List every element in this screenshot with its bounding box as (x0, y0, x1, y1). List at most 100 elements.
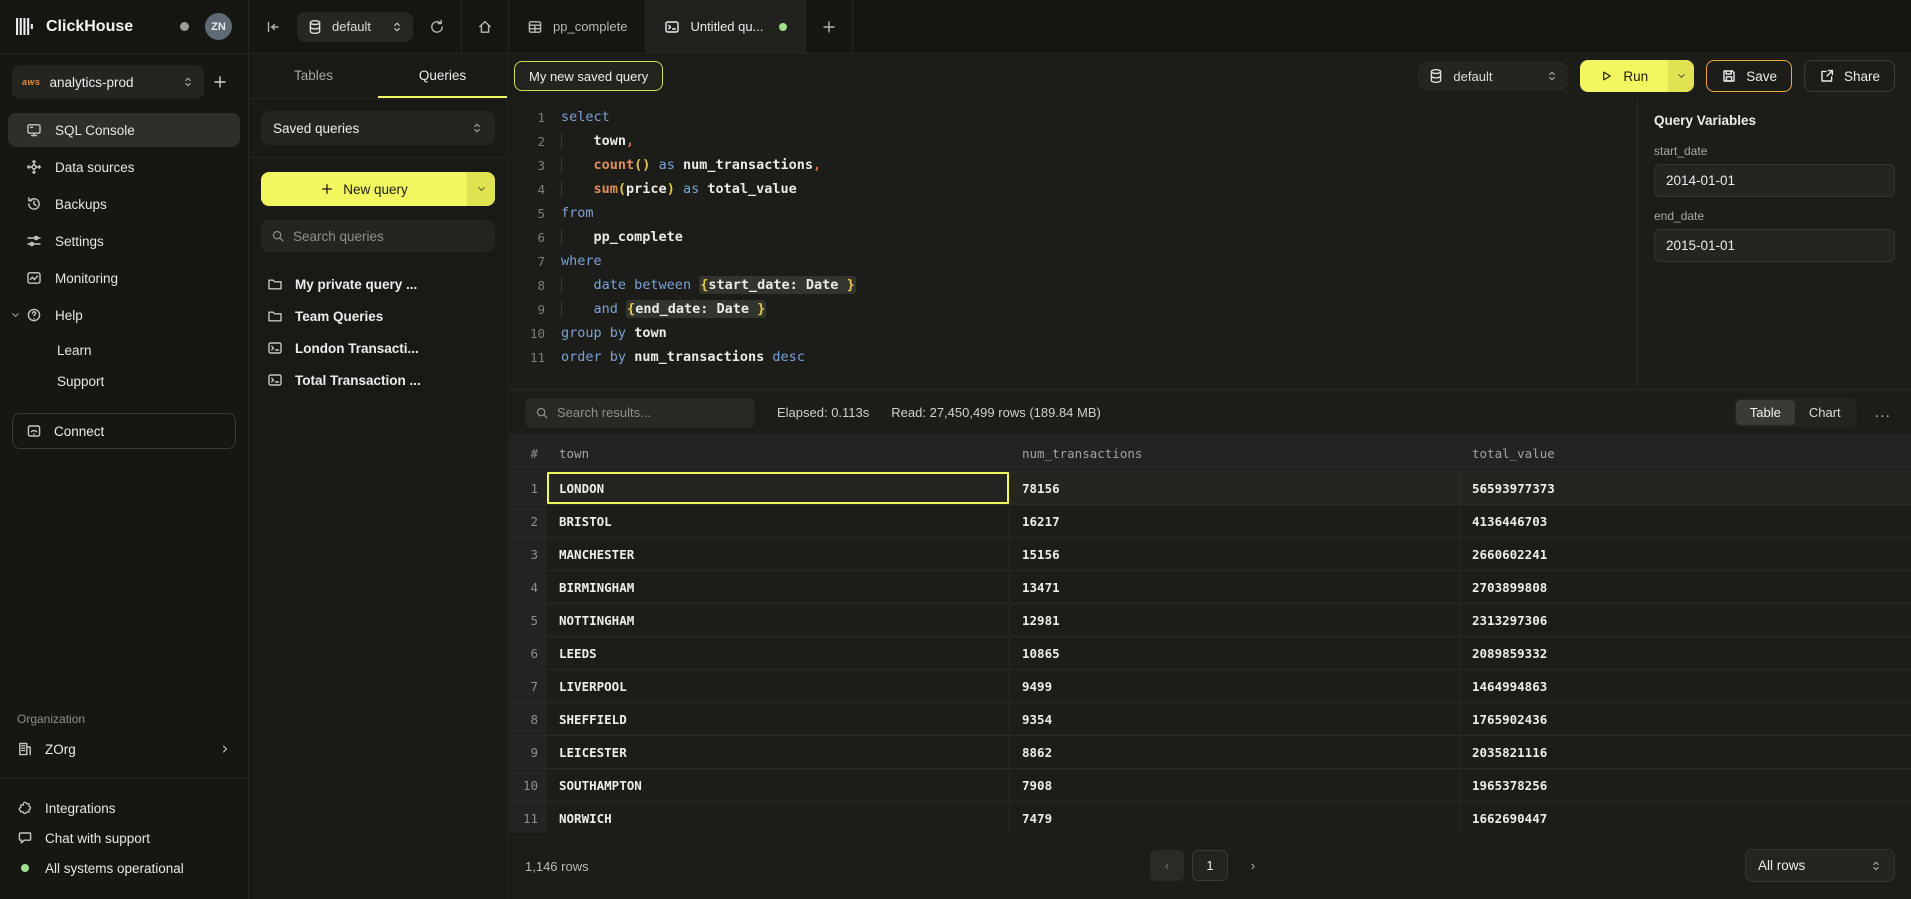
table-cell[interactable]: 1765902436 (1459, 703, 1911, 735)
table-cell[interactable]: 1662690447 (1459, 802, 1911, 833)
page-size-select[interactable]: All rows (1745, 849, 1895, 882)
table-cell[interactable]: 7479 (1009, 802, 1459, 833)
tab-queries[interactable]: Queries (378, 55, 507, 98)
sidebar-item-learn[interactable]: Learn (8, 335, 240, 366)
sidebar-item-monitoring[interactable]: Monitoring (8, 261, 240, 295)
results-more-button[interactable]: ... (1871, 404, 1895, 422)
table-cell[interactable]: 1965378256 (1459, 769, 1911, 801)
table-cell[interactable]: 1464994863 (1459, 670, 1911, 702)
code-line[interactable]: 11order by num_transactions desc (521, 345, 1637, 369)
table-cell[interactable]: 8862 (1009, 736, 1459, 768)
query-list-item[interactable]: Team Queries (261, 300, 495, 332)
view-toggle-chart[interactable]: Chart (1795, 400, 1855, 425)
table-cell[interactable]: 4136446703 (1459, 505, 1911, 537)
notification-dot-icon[interactable] (180, 22, 189, 31)
end-date-input[interactable] (1654, 229, 1895, 262)
table-cell[interactable]: 2035821116 (1459, 736, 1911, 768)
sidebar-item-settings[interactable]: Settings (8, 224, 240, 258)
instance-select[interactable]: aws analytics-prod (12, 65, 204, 99)
code-line[interactable]: 3 count() as num_transactions, (521, 153, 1637, 177)
next-page-button[interactable]: › (1236, 850, 1270, 881)
sidebar-item-data-sources[interactable]: Data sources (8, 150, 240, 184)
table-cell[interactable]: SHEFFIELD (547, 703, 1009, 735)
table-cell[interactable]: 13471 (1009, 571, 1459, 603)
table-cell[interactable]: SOUTHAMPTON (547, 769, 1009, 801)
table-cell[interactable]: 2089859332 (1459, 637, 1911, 669)
query-list-item[interactable]: My private query ... (261, 268, 495, 300)
add-instance-button[interactable] (204, 66, 236, 98)
save-button[interactable]: Save (1706, 60, 1792, 92)
table-cell[interactable]: LEEDS (547, 637, 1009, 669)
table-cell[interactable]: MANCHESTER (547, 538, 1009, 570)
table-cell[interactable]: 78156 (1009, 472, 1459, 504)
code-line[interactable]: 8 date between {start_date: Date } (521, 273, 1637, 297)
connect-button[interactable]: Connect (12, 413, 236, 449)
code-editor[interactable]: 1select2 town,3 count() as num_transacti… (509, 97, 1637, 389)
query-search-input[interactable] (293, 229, 485, 244)
table-cell[interactable]: 56593977373 (1459, 472, 1911, 504)
code-line[interactable]: 2 town, (521, 129, 1637, 153)
table-cell[interactable]: 2703899808 (1459, 571, 1911, 603)
code-line[interactable]: 7where (521, 249, 1637, 273)
table-cell[interactable]: 2660602241 (1459, 538, 1911, 570)
share-button[interactable]: Share (1804, 60, 1895, 92)
column-header-num_transactions[interactable]: num_transactions (1009, 436, 1459, 471)
table-cell[interactable]: LONDON (547, 472, 1009, 504)
top-bar: ClickHouse ZN default (0, 0, 1911, 54)
collapse-sidebar-button[interactable] (249, 0, 297, 53)
saved-query-pill[interactable]: My new saved query (514, 61, 663, 91)
organization-row[interactable]: ZOrg (0, 732, 248, 766)
chat-support-link[interactable]: Chat with support (17, 823, 231, 853)
table-cell[interactable]: 16217 (1009, 505, 1459, 537)
refresh-button[interactable] (413, 0, 461, 53)
home-tab[interactable] (462, 0, 509, 53)
new-query-dropdown[interactable] (467, 172, 495, 206)
code-line[interactable]: 5from (521, 201, 1637, 225)
query-list-item[interactable]: Total Transaction ... (261, 364, 495, 396)
integrations-link[interactable]: Integrations (17, 793, 231, 823)
tab-tables[interactable]: Tables (249, 55, 378, 98)
table-cell[interactable]: 12981 (1009, 604, 1459, 636)
sidebar-item-backups[interactable]: Backups (8, 187, 240, 221)
column-header-index[interactable]: # (509, 436, 547, 471)
table-cell[interactable]: BRISTOL (547, 505, 1009, 537)
table-cell[interactable]: 2313297306 (1459, 604, 1911, 636)
table-cell[interactable]: BIRMINGHAM (547, 571, 1009, 603)
column-header-total_value[interactable]: total_value (1459, 436, 1911, 471)
tab-untitled-query[interactable]: Untitled qu... (646, 0, 806, 53)
code-line[interactable]: 9 and {end_date: Date } (521, 297, 1637, 321)
code-line[interactable]: 4 sum(price) as total_value (521, 177, 1637, 201)
topbar-database-select[interactable]: default (297, 12, 413, 42)
query-list-item[interactable]: London Transacti... (261, 332, 495, 364)
current-page[interactable]: 1 (1192, 850, 1228, 881)
new-tab-button[interactable] (806, 0, 852, 53)
table-cell[interactable]: NORWICH (547, 802, 1009, 833)
column-header-town[interactable]: town (547, 436, 1009, 471)
prev-page-button[interactable]: ‹ (1150, 850, 1184, 881)
code-line[interactable]: 6 pp_complete (521, 225, 1637, 249)
sidebar-item-support[interactable]: Support (8, 366, 240, 397)
run-button[interactable]: Run (1580, 60, 1694, 92)
tab-pp-complete[interactable]: pp_complete (509, 0, 646, 53)
run-options-dropdown[interactable] (1668, 60, 1694, 92)
system-status-link[interactable]: All systems operational (17, 853, 231, 883)
start-date-input[interactable] (1654, 164, 1895, 197)
table-cell[interactable]: LIVERPOOL (547, 670, 1009, 702)
code-line[interactable]: 1select (521, 105, 1637, 129)
results-search-input[interactable] (557, 405, 745, 420)
table-cell[interactable]: 10865 (1009, 637, 1459, 669)
table-cell[interactable]: 9354 (1009, 703, 1459, 735)
code-line[interactable]: 10group by town (521, 321, 1637, 345)
saved-queries-select[interactable]: Saved queries (261, 111, 495, 145)
sidebar-item-help[interactable]: Help (8, 298, 240, 332)
new-query-button[interactable]: New query (261, 172, 495, 206)
editor-database-select[interactable]: default (1418, 61, 1568, 91)
sidebar-item-sql-console[interactable]: SQL Console (8, 113, 240, 147)
view-toggle-table[interactable]: Table (1736, 400, 1795, 425)
avatar[interactable]: ZN (205, 13, 232, 40)
table-cell[interactable]: LEICESTER (547, 736, 1009, 768)
table-cell[interactable]: 15156 (1009, 538, 1459, 570)
table-cell[interactable]: 7908 (1009, 769, 1459, 801)
table-cell[interactable]: NOTTINGHAM (547, 604, 1009, 636)
table-cell[interactable]: 9499 (1009, 670, 1459, 702)
